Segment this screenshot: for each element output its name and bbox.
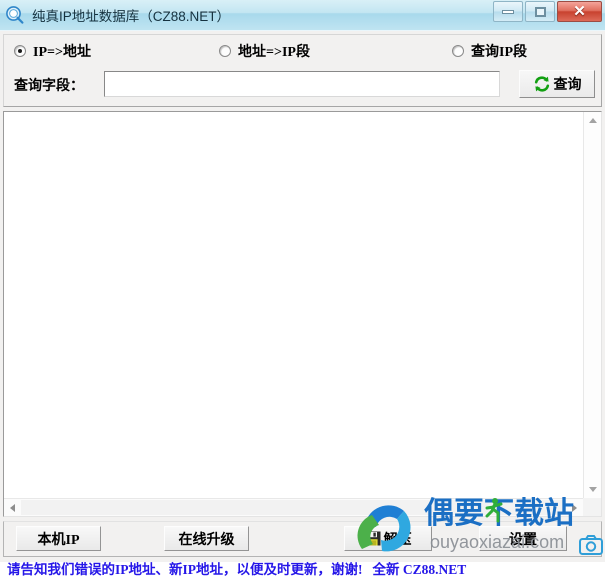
extract-label: 解压: [383, 532, 412, 548]
status-message: 请告知我们错误的IP地址、新IP地址，以便及时更新，谢谢!: [7, 562, 363, 577]
query-mode-radio-group: IP=>地址 地址=>IP段 查询IP段: [4, 40, 601, 66]
radio-address-to-ip-range[interactable]: 地址=>IP段: [219, 40, 310, 62]
save-disk-icon: [365, 531, 381, 546]
online-upgrade-label: 在线升级: [178, 532, 235, 548]
toolbar: 本机IP 在线升级 解压 设置: [3, 521, 602, 557]
maximize-button[interactable]: [525, 1, 555, 22]
scrollbar-corner: [583, 498, 601, 516]
online-upgrade-button[interactable]: 在线升级: [164, 526, 249, 551]
window-title: 纯真IP地址数据库（CZ88.NET）: [32, 9, 231, 24]
local-ip-button[interactable]: 本机IP: [16, 526, 101, 551]
chevron-down-icon: [588, 487, 597, 492]
maximize-icon: [534, 6, 546, 17]
status-secondary: 全新 CZ88.NET: [372, 562, 467, 577]
query-button[interactable]: 查询: [519, 70, 595, 98]
extract-button[interactable]: 解压: [344, 526, 432, 551]
horizontal-scroll-track[interactable]: [21, 500, 566, 515]
magnifier-icon: [5, 5, 25, 25]
radio-label: 查询IP段: [471, 45, 527, 60]
window-controls: ✕: [491, 1, 602, 23]
scroll-down-button[interactable]: [584, 481, 601, 498]
close-icon: ✕: [573, 3, 586, 20]
minimize-icon: [502, 9, 514, 14]
scroll-up-button[interactable]: [584, 112, 601, 129]
chevron-left-icon: [10, 503, 15, 512]
title-bar: 纯真IP地址数据库（CZ88.NET） ✕: [0, 0, 605, 32]
settings-button[interactable]: 设置: [479, 526, 567, 551]
scroll-left-button[interactable]: [4, 499, 21, 516]
search-row: 查询字段： 查询: [4, 70, 601, 102]
radio-label: IP=>地址: [33, 45, 91, 60]
search-input[interactable]: [104, 71, 500, 97]
search-field-label: 查询字段：: [14, 79, 84, 94]
radio-query-ip-range[interactable]: 查询IP段: [452, 40, 527, 62]
radio-dot-icon: [14, 45, 26, 57]
status-bar: 请告知我们错误的IP地址、新IP地址，以便及时更新，谢谢! 全新 CZ88.NE…: [3, 557, 602, 579]
results-surface: [4, 112, 583, 498]
horizontal-scrollbar[interactable]: [4, 498, 583, 516]
minimize-button[interactable]: [493, 1, 523, 22]
scroll-right-button[interactable]: [566, 499, 583, 516]
vertical-scrollbar[interactable]: [583, 112, 601, 498]
refresh-icon: [533, 75, 551, 93]
chevron-up-icon: [588, 118, 597, 123]
settings-label: 设置: [509, 532, 537, 548]
query-button-label: 查询: [553, 78, 582, 93]
radio-ip-to-address[interactable]: IP=>地址: [14, 40, 91, 62]
local-ip-label: 本机IP: [37, 532, 80, 548]
client-area: IP=>地址 地址=>IP段 查询IP段 查询字段： 查询 本机IP 在线升级 …: [0, 31, 605, 577]
close-button[interactable]: ✕: [557, 1, 602, 22]
application-window: 纯真IP地址数据库（CZ88.NET） ✕ IP=>地址 地址=>IP段 查询I…: [0, 0, 605, 577]
radio-dot-icon: [219, 45, 231, 57]
chevron-right-icon: [572, 503, 577, 512]
radio-dot-icon: [452, 45, 464, 57]
query-panel: IP=>地址 地址=>IP段 查询IP段 查询字段： 查询: [3, 34, 602, 107]
radio-label: 地址=>IP段: [238, 45, 310, 60]
results-list[interactable]: [3, 111, 602, 517]
